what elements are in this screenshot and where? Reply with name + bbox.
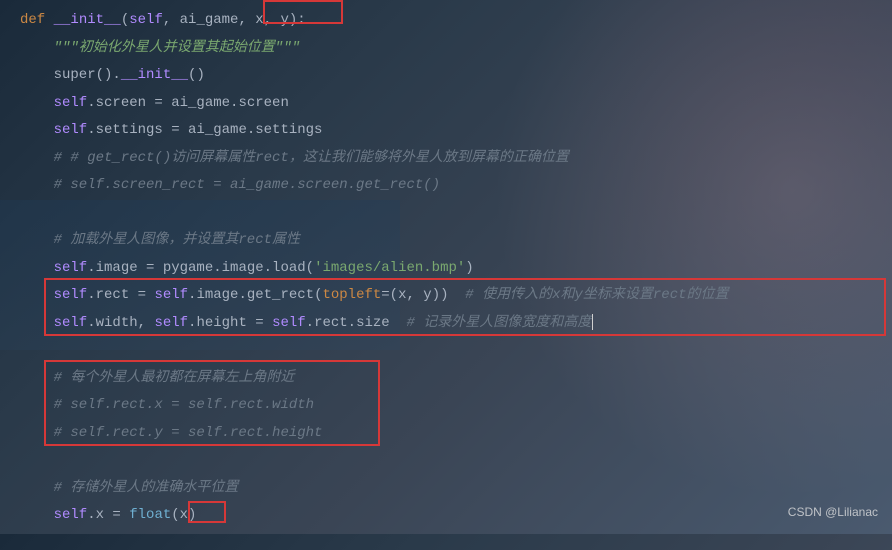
code-line: # self.rect.y = self.rect.height xyxy=(20,420,892,448)
self-ref: self xyxy=(20,260,87,276)
code-line: self.x = float(x) xyxy=(20,502,892,530)
code-line: super().__init__() xyxy=(20,62,892,90)
self-ref: self xyxy=(20,122,87,138)
code-line: self.settings = ai_game.settings xyxy=(20,117,892,145)
code-line: # self.screen_rect = ai_game.screen.get_… xyxy=(20,172,892,200)
kwarg-val: =(x, y)) xyxy=(381,287,465,303)
self-ref: self xyxy=(20,95,87,111)
comment: # 记录外星人图像宽度和高度 xyxy=(407,315,592,331)
comment: # self.rect.y = self.rect.height xyxy=(20,425,322,441)
code-line: self.rect = self.image.get_rect(topleft=… xyxy=(20,282,892,310)
kwarg-topleft: topleft xyxy=(322,287,381,303)
self-ref: self xyxy=(20,287,87,303)
code-line: # 每个外星人最初都在屏幕左上角附近 xyxy=(20,365,892,393)
watermark: CSDN @Lilianac xyxy=(788,499,878,527)
self-param: self xyxy=(129,12,163,28)
self-ref: self xyxy=(20,507,87,523)
self-ref: self xyxy=(272,315,306,331)
code-line: self.image = pygame.image.load('images/a… xyxy=(20,255,892,283)
builtin-float: float xyxy=(129,507,171,523)
code-editor[interactable]: def __init__(self, ai_game, x, y): """初始… xyxy=(0,0,892,530)
get-rect: .image.get_rect( xyxy=(188,287,322,303)
assign-settings: .settings = ai_game.settings xyxy=(87,122,322,138)
code-line: def __init__(self, ai_game, x, y): xyxy=(20,7,892,35)
blank-line xyxy=(20,447,892,475)
code-line: self.screen = ai_game.screen xyxy=(20,90,892,118)
fn-name: __init__ xyxy=(54,12,121,28)
code-line: # # get_rect()访问屏幕属性rect，这让我们能够将外星人放到屏幕的… xyxy=(20,145,892,173)
colon: : xyxy=(297,12,305,28)
rect-assign: .rect = xyxy=(87,287,154,303)
parens: () xyxy=(188,67,205,83)
self-ref: self xyxy=(154,315,188,331)
assign-screen: .screen = ai_game.screen xyxy=(87,95,289,111)
code-line: """初始化外星人并设置其起始位置""" xyxy=(20,35,892,63)
float-arg: (x) xyxy=(171,507,196,523)
comment: # 加载外星人图像，并设置其rect属性 xyxy=(20,232,300,248)
image-load: .image = pygame.image.load( xyxy=(87,260,314,276)
paren-close: ) xyxy=(465,260,473,276)
self-ref: self xyxy=(20,315,87,331)
params-xy: x, y) xyxy=(247,12,297,28)
docstring: """初始化外星人并设置其起始位置""" xyxy=(20,40,300,56)
comment: # self.rect.x = self.rect.width xyxy=(20,397,314,413)
string-literal: 'images/alien.bmp' xyxy=(314,260,465,276)
comment: # 使用传入的x和y坐标来设置rect的位置 xyxy=(465,287,728,303)
dunder-init: __init__ xyxy=(121,67,188,83)
paren: ( xyxy=(121,12,129,28)
code-line: # 加载外星人图像，并设置其rect属性 xyxy=(20,227,892,255)
text-cursor xyxy=(592,314,593,330)
code-line: # 存储外星人的准确水平位置 xyxy=(20,475,892,503)
blank-line xyxy=(20,200,892,228)
self-ref: self xyxy=(154,287,188,303)
height-attr: .height = xyxy=(188,315,272,331)
comment: # 每个外星人最初都在屏幕左上角附近 xyxy=(20,370,294,386)
super-call: super(). xyxy=(20,67,121,83)
rect-size: .rect.size xyxy=(306,315,407,331)
comment: # self.screen_rect = ai_game.screen.get_… xyxy=(20,177,440,193)
code-line: # self.rect.x = self.rect.width xyxy=(20,392,892,420)
blank-line xyxy=(20,337,892,365)
x-assign: .x = xyxy=(87,507,129,523)
comment: # 存储外星人的准确水平位置 xyxy=(20,480,238,496)
keyword-def: def xyxy=(20,12,54,28)
code-line: self.width, self.height = self.rect.size… xyxy=(20,310,892,338)
width-attr: .width, xyxy=(87,315,154,331)
comment: # # get_rect()访问屏幕属性rect，这让我们能够将外星人放到屏幕的… xyxy=(20,150,569,166)
params-mid: , ai_game, xyxy=(163,12,247,28)
